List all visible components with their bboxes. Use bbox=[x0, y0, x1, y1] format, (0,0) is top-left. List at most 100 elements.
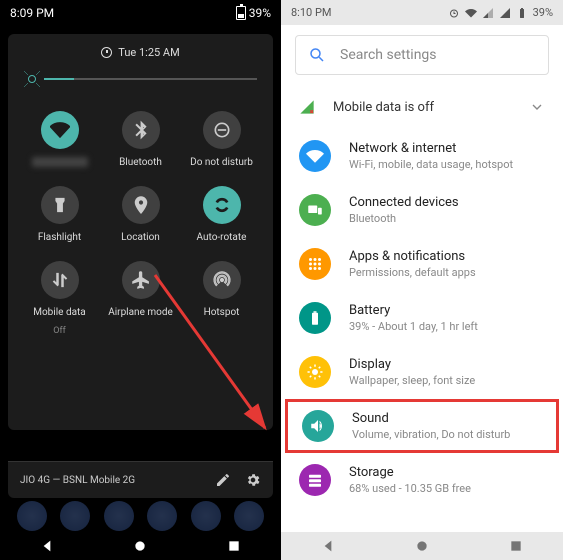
item-title: Connected devices bbox=[349, 195, 459, 210]
tile-label: Airplane mode bbox=[108, 307, 173, 318]
brightness-slider[interactable] bbox=[16, 71, 265, 97]
tile-autorotate[interactable]: Auto-rotate bbox=[184, 186, 259, 243]
brightness-icon bbox=[24, 71, 40, 87]
notice-text: Mobile data is off bbox=[333, 100, 434, 115]
gear-icon[interactable] bbox=[245, 472, 261, 488]
item-sub: Permissions, default apps bbox=[349, 266, 476, 279]
brightness-track[interactable] bbox=[44, 78, 257, 80]
settings-item-storage[interactable]: Storage 68% used - 10.35 GB free bbox=[281, 453, 563, 507]
tile-location[interactable]: Location bbox=[103, 186, 178, 243]
tile-mobiledata[interactable]: Mobile data Off bbox=[22, 261, 97, 336]
quick-settings-card: Tue 1:25 AM Bluetooth bbox=[8, 34, 273, 430]
item-title: Battery bbox=[349, 303, 478, 318]
status-bar-right: 8:10 PM 39% bbox=[281, 0, 563, 25]
battery-pct: 39% bbox=[533, 6, 553, 19]
battery-status-icon bbox=[516, 7, 528, 19]
tile-label: Auto-rotate bbox=[197, 232, 247, 243]
item-title: Network & internet bbox=[349, 141, 513, 156]
settings-item-devices[interactable]: Connected devicesBluetooth bbox=[281, 183, 563, 237]
settings-item-network[interactable]: Network & internet Wi-Fi, mobile, data us… bbox=[281, 129, 563, 183]
dock-app[interactable] bbox=[147, 501, 177, 531]
nav-back-icon[interactable] bbox=[320, 538, 336, 554]
nav-back-icon[interactable] bbox=[39, 538, 55, 554]
signal-status-icon bbox=[499, 7, 511, 19]
search-placeholder: Search settings bbox=[340, 47, 437, 63]
edit-icon[interactable] bbox=[215, 472, 231, 488]
nav-home-icon[interactable] bbox=[132, 538, 148, 554]
settings-item-sound[interactable]: Sound Volume, vibration, Do not disturb bbox=[285, 399, 559, 453]
item-sub: Wi-Fi, mobile, data usage, hotspot bbox=[349, 158, 513, 171]
time-label: 8:10 PM bbox=[291, 6, 331, 19]
rotate-icon bbox=[203, 186, 241, 224]
apps-icon bbox=[299, 248, 331, 280]
bluetooth-icon bbox=[122, 111, 160, 149]
tile-label: Hotspot bbox=[204, 307, 240, 318]
nav-recent-icon[interactable] bbox=[226, 538, 242, 554]
time-label: 8:09 PM bbox=[10, 6, 54, 20]
dock-app[interactable] bbox=[234, 501, 264, 531]
flashlight-icon bbox=[41, 186, 79, 224]
quick-settings-panel: 8:09 PM 39% Tue 1:25 AM bbox=[0, 0, 281, 560]
mobile-data-notice[interactable]: Mobile data is off bbox=[281, 85, 563, 129]
item-title: Sound bbox=[352, 411, 510, 426]
wifi-icon bbox=[41, 111, 79, 149]
dock-app[interactable] bbox=[104, 501, 134, 531]
settings-panel: 8:10 PM 39% Search settings Mobile data … bbox=[281, 0, 563, 560]
sound-icon bbox=[302, 410, 334, 442]
nav-bar-left bbox=[0, 532, 281, 560]
tiles-grid: Bluetooth Do not disturb Flashlight bbox=[16, 97, 265, 350]
alarm-time: Tue 1:25 AM bbox=[118, 46, 179, 59]
status-bar-left: 8:09 PM 39% bbox=[0, 0, 281, 26]
dock-app[interactable] bbox=[191, 501, 221, 531]
tile-label: Flashlight bbox=[38, 232, 81, 243]
quick-settings-footer: JIO 4G — BSNL Mobile 2G bbox=[8, 461, 273, 498]
airplane-icon bbox=[122, 261, 160, 299]
signal-status-icon bbox=[482, 7, 494, 19]
tile-label: Location bbox=[121, 232, 160, 243]
search-icon bbox=[308, 46, 326, 64]
tile-label: Do not disturb bbox=[190, 157, 253, 168]
item-title: Display bbox=[349, 357, 475, 372]
signal-off-icon bbox=[299, 99, 315, 115]
battery-icon bbox=[299, 302, 331, 334]
wifi-status-icon bbox=[465, 7, 477, 19]
tile-label: Mobile data bbox=[33, 307, 86, 318]
dock bbox=[0, 498, 281, 534]
hotspot-icon bbox=[203, 261, 241, 299]
tile-flashlight[interactable]: Flashlight bbox=[22, 186, 97, 243]
battery-pct: 39% bbox=[249, 6, 271, 20]
devices-icon bbox=[299, 194, 331, 226]
tile-label-blurred bbox=[32, 157, 88, 167]
dock-app[interactable] bbox=[17, 501, 47, 531]
tile-wifi[interactable] bbox=[22, 111, 97, 168]
settings-list: Network & internet Wi-Fi, mobile, data us… bbox=[281, 129, 563, 507]
alarm-status-icon bbox=[448, 7, 460, 19]
settings-item-apps[interactable]: Apps & notifications Permissions, default… bbox=[281, 237, 563, 291]
settings-item-battery[interactable]: Battery 39% - About 1 day, 1 hr left bbox=[281, 291, 563, 345]
dnd-icon bbox=[203, 111, 241, 149]
nav-home-icon[interactable] bbox=[414, 538, 430, 554]
location-icon bbox=[122, 186, 160, 224]
alarm-row[interactable]: Tue 1:25 AM bbox=[16, 42, 265, 71]
item-sub: 68% used - 10.35 GB free bbox=[349, 482, 471, 495]
tile-bluetooth[interactable]: Bluetooth bbox=[103, 111, 178, 168]
dock-app[interactable] bbox=[60, 501, 90, 531]
tile-dnd[interactable]: Do not disturb bbox=[184, 111, 259, 168]
nav-bar-right bbox=[281, 532, 563, 560]
nav-recent-icon[interactable] bbox=[508, 538, 524, 554]
item-title: Apps & notifications bbox=[349, 249, 476, 264]
search-settings[interactable]: Search settings bbox=[295, 35, 549, 75]
storage-icon bbox=[299, 464, 331, 496]
tile-airplane[interactable]: Airplane mode bbox=[103, 261, 178, 336]
tile-hotspot[interactable]: Hotspot bbox=[184, 261, 259, 336]
alarm-icon bbox=[101, 47, 112, 58]
settings-item-display[interactable]: Display Wallpaper, sleep, font size bbox=[281, 345, 563, 399]
carrier-label: JIO 4G — BSNL Mobile 2G bbox=[20, 475, 135, 486]
item-sub: Volume, vibration, Do not disturb bbox=[352, 428, 510, 441]
item-title: Storage bbox=[349, 465, 471, 480]
wifi-icon bbox=[299, 140, 331, 172]
mobiledata-icon bbox=[41, 261, 79, 299]
item-sub: Wallpaper, sleep, font size bbox=[349, 374, 475, 387]
display-icon bbox=[299, 356, 331, 388]
item-sub: 39% - About 1 day, 1 hr left bbox=[349, 320, 478, 333]
